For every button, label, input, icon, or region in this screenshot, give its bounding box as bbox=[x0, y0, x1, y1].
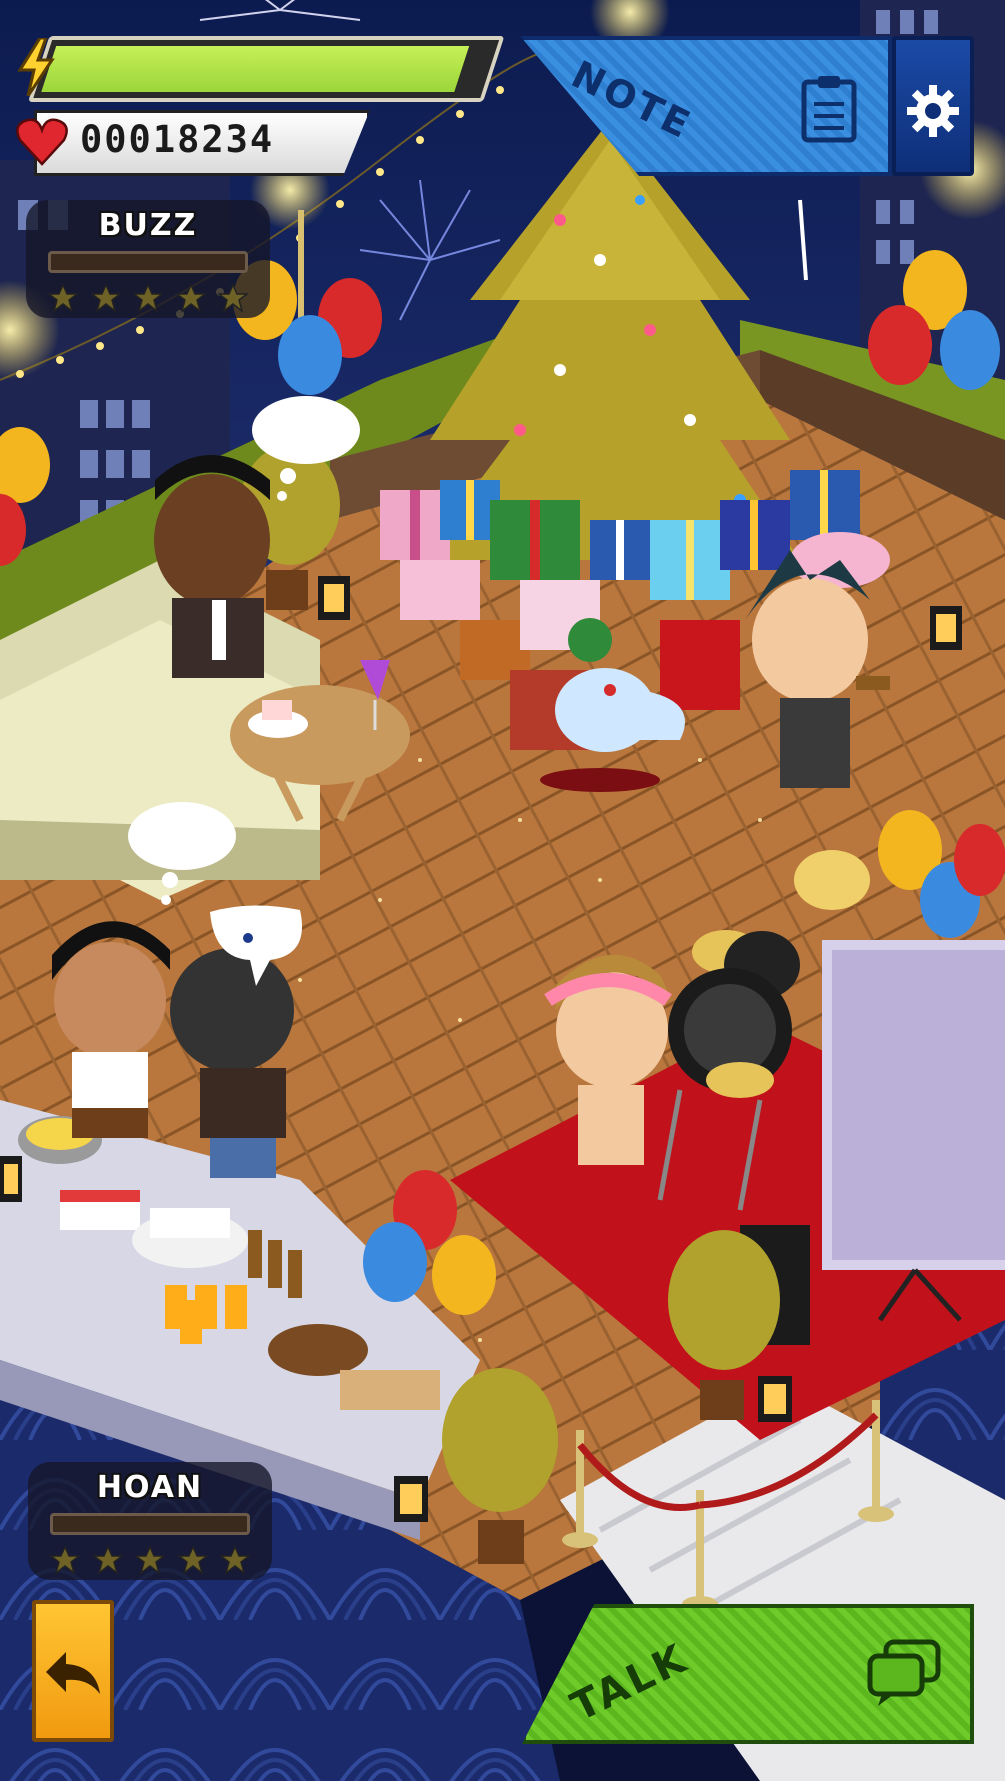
star-icon bbox=[175, 283, 206, 313]
energy-bar-fill bbox=[41, 46, 469, 92]
lightning-icon bbox=[17, 38, 55, 96]
back-arrow-icon[interactable] bbox=[44, 1648, 102, 1698]
star-icon bbox=[133, 283, 163, 313]
buzz-star-rating bbox=[48, 283, 248, 313]
hoan-star-rating bbox=[50, 1545, 250, 1575]
game-screen: 00018234 BUZZ HOAN NOTE TALK bbox=[0, 0, 1005, 1781]
buzz-affection-card: BUZZ bbox=[26, 200, 270, 318]
hoan-name-label: HOAN bbox=[96, 1470, 204, 1505]
star-icon bbox=[177, 1545, 208, 1575]
buzz-name-label: BUZZ bbox=[98, 208, 198, 243]
star-icon bbox=[218, 283, 248, 313]
star-icon bbox=[92, 1545, 123, 1575]
energy-bar bbox=[28, 36, 505, 102]
clipboard-icon[interactable] bbox=[800, 74, 858, 144]
star-icon bbox=[220, 1545, 250, 1575]
star-icon bbox=[135, 1545, 165, 1575]
star-icon bbox=[48, 283, 78, 313]
star-icon bbox=[50, 1545, 80, 1575]
projection-screen bbox=[822, 940, 1005, 1322]
buzz-affection-meter bbox=[48, 251, 248, 273]
hearts-value: 00018234 bbox=[80, 118, 275, 161]
chat-bubbles-icon[interactable] bbox=[866, 1638, 942, 1708]
hoan-affection-meter bbox=[50, 1513, 250, 1535]
star-icon bbox=[90, 283, 121, 313]
hoan-affection-card: HOAN bbox=[28, 1462, 272, 1580]
heart-icon bbox=[16, 118, 68, 166]
gear-icon[interactable] bbox=[906, 84, 960, 138]
